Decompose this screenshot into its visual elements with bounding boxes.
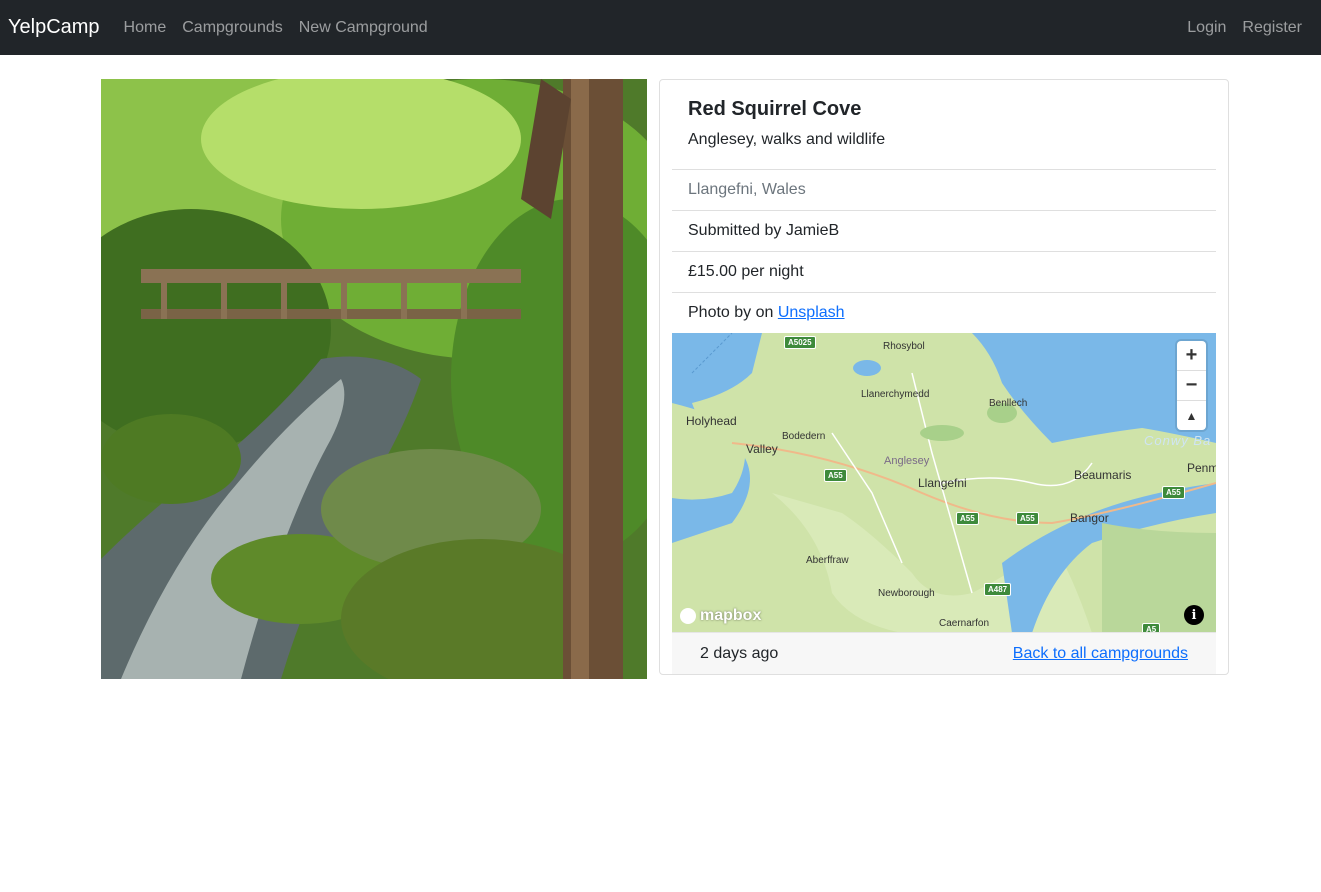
map-label: Holyhead xyxy=(686,414,737,428)
nav-register[interactable]: Register xyxy=(1242,19,1302,37)
details-list: Llangefni, Wales Submitted by JamieB £15… xyxy=(672,169,1216,333)
campground-title: Red Squirrel Cove xyxy=(688,98,862,120)
map-label: Newborough xyxy=(878,588,935,599)
campground-photo-image xyxy=(101,79,647,679)
map-label: Llangefni xyxy=(918,476,967,490)
road-shield: A55 xyxy=(824,469,847,482)
map-zoom-controls: + − ▲ xyxy=(1177,341,1206,430)
map-label: Aberffraw xyxy=(806,555,849,566)
road-shield: A487 xyxy=(984,583,1012,596)
price: £15.00 per night xyxy=(672,251,1216,292)
road-shield: A55 xyxy=(1016,512,1039,525)
map-label: Anglesey xyxy=(884,455,930,467)
mapbox-logo-icon xyxy=(680,608,696,624)
card-footer: 2 days ago Back to all campgrounds xyxy=(672,632,1216,674)
mapbox-logo[interactable]: mapbox xyxy=(680,607,761,625)
map-label: Conwy Ba xyxy=(1144,433,1212,448)
road-shield: A5025 xyxy=(784,336,816,349)
map-label: Bangor xyxy=(1070,511,1109,525)
map[interactable]: A5025 A55 A55 A55 A55 A487 A5 Rhosybol L… xyxy=(672,333,1216,633)
nav-right: Login Register xyxy=(1171,19,1313,37)
submitted-by: Submitted by JamieB xyxy=(672,210,1216,251)
road-shield: A55 xyxy=(1162,486,1185,499)
map-label: Bodedern xyxy=(782,431,826,442)
card-body: Red Squirrel Cove Anglesey, walks and wi… xyxy=(660,80,1228,169)
unsplash-link[interactable]: Unsplash xyxy=(778,304,845,322)
campground-description: Anglesey, walks and wildlife xyxy=(688,131,886,148)
campground-location: Llangefni, Wales xyxy=(672,169,1216,210)
map-label: Llanerchymedd xyxy=(861,389,930,400)
map-label: Beaumaris xyxy=(1074,468,1132,482)
zoom-in-button[interactable]: + xyxy=(1177,341,1206,371)
campground-photo xyxy=(101,79,647,679)
photo-credit-text: Photo by on xyxy=(688,304,778,321)
map-label: Caernarfon xyxy=(939,618,990,629)
brand[interactable]: YelpCamp xyxy=(8,16,100,39)
map-label: Penm xyxy=(1187,461,1216,475)
nav-new-campground[interactable]: New Campground xyxy=(299,19,428,37)
navbar: YelpCamp Home Campgrounds New Campground… xyxy=(0,0,1321,55)
posted-time: 2 days ago xyxy=(700,644,779,662)
road-shield: A55 xyxy=(956,512,979,525)
nav-campgrounds[interactable]: Campgrounds xyxy=(182,19,283,37)
compass-button[interactable]: ▲ xyxy=(1177,401,1206,430)
nav-home[interactable]: Home xyxy=(124,19,167,37)
campground-card: Red Squirrel Cove Anglesey, walks and wi… xyxy=(659,79,1229,675)
back-to-campgrounds-link[interactable]: Back to all campgrounds xyxy=(1013,645,1188,663)
photo-credit: Photo by on Unsplash xyxy=(672,292,1216,333)
map-label: Benllech xyxy=(989,398,1028,409)
map-label: Valley xyxy=(746,442,778,456)
mapbox-logo-text: mapbox xyxy=(700,607,762,624)
info-icon[interactable]: i xyxy=(1184,605,1204,625)
map-label: Rhosybol xyxy=(883,341,925,352)
zoom-out-button[interactable]: − xyxy=(1177,371,1206,401)
nav-login[interactable]: Login xyxy=(1187,19,1226,37)
